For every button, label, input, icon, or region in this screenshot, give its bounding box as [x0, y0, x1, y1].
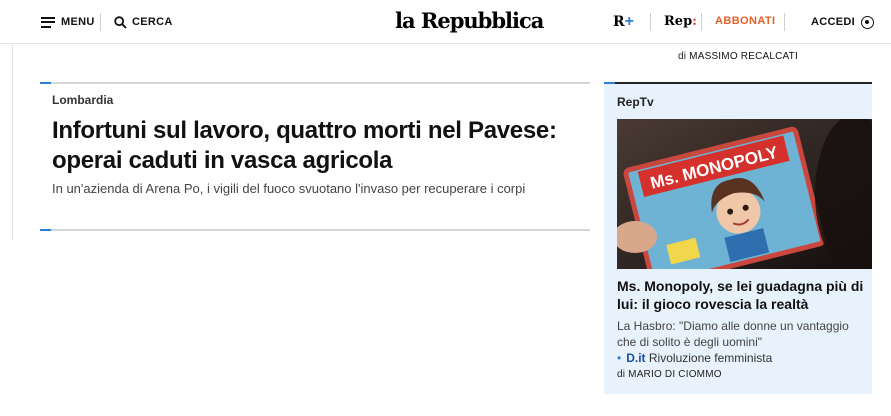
article-headline[interactable]: Infortuni sul lavoro, quattro morti nel … [52, 116, 582, 176]
reptv-title[interactable]: Ms. Monopoly, se lei guadagna più di lui… [617, 277, 867, 313]
user-icon [860, 15, 874, 29]
site-logo[interactable]: la Repubblica [395, 7, 544, 35]
reptv-box: RepTv Ms. MONOPOLY Ms. Monopoly, se lei … [604, 84, 872, 394]
left-divider [12, 44, 13, 240]
login-label: ACCEDI [811, 16, 855, 28]
related-brand: D.it [626, 351, 646, 365]
rplus-link[interactable]: R+ [613, 12, 634, 32]
rplus-plus: + [624, 13, 634, 30]
rplus-letter: R [613, 14, 625, 30]
article-kicker[interactable]: Lombardia [52, 93, 582, 107]
header-divider [784, 13, 785, 31]
article-bottom-rule [40, 229, 590, 231]
article-summary: In un'azienda di Arena Po, i vigili del … [52, 181, 526, 196]
reptv-byline[interactable]: di MARIO DI CIOMMO [617, 369, 722, 380]
header-divider [701, 13, 702, 31]
search-label: CERCA [132, 16, 173, 28]
search-icon [114, 15, 127, 29]
menu-label: MENU [61, 16, 95, 28]
related-text: Rivoluzione femminista [648, 351, 773, 365]
reptv-related-link[interactable]: • D.it Rivoluzione femminista [617, 350, 867, 366]
hamburger-icon [41, 16, 55, 28]
article-top-rule [40, 82, 590, 84]
rep-colon: : [692, 14, 697, 29]
header-divider [650, 13, 651, 31]
rep-text: Rep [664, 14, 693, 29]
bullet-icon: • [617, 351, 622, 365]
login-button[interactable]: ACCEDI [811, 14, 874, 30]
reptv-thumbnail[interactable]: Ms. MONOPOLY [617, 119, 872, 269]
subscribe-link[interactable]: ABBONATI [715, 15, 775, 27]
top-byline[interactable]: di MASSIMO RECALCATI [678, 51, 798, 62]
top-byline-prefix: di [678, 51, 687, 62]
top-byline-author: MASSIMO RECALCATI [689, 51, 798, 62]
menu-button[interactable]: MENU [41, 14, 95, 30]
search-button[interactable]: CERCA [114, 14, 173, 30]
site-header: MENU CERCA la Repubblica R+ Rep: ABBONAT… [0, 0, 891, 44]
reptv-summary: La Hasbro: "Diamo alle donne un vantaggi… [617, 319, 849, 349]
header-divider [100, 13, 101, 31]
main-article: Lombardia Infortuni sul lavoro, quattro … [52, 93, 582, 196]
reptv-kicker[interactable]: RepTv [617, 95, 654, 109]
rep-link[interactable]: Rep: [664, 12, 697, 32]
